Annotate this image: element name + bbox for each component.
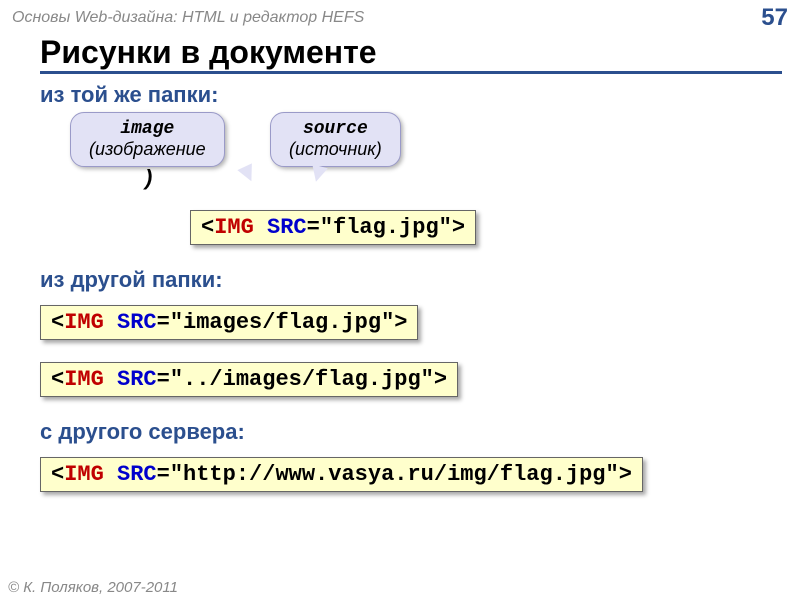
code-value-1: "flag.jpg" [320, 215, 452, 240]
section-same-folder: из той же папки: [40, 82, 800, 108]
course-title: Основы Web-дизайна: HTML и редактор HEFS [12, 9, 364, 27]
code-value-2: "images/flag.jpg" [170, 310, 394, 335]
slide-title: Рисунки в документе [40, 34, 782, 74]
slide-header: Основы Web-дизайна: HTML и редактор HEFS… [0, 0, 800, 34]
code-value-4: "http://www.vasya.ru/img/flag.jpg" [170, 462, 619, 487]
stray-paren: ) [145, 165, 152, 191]
callout-image: image (изображение [70, 112, 225, 167]
callout-source-trans: (источник) [289, 139, 382, 160]
code-other-folder-1: <IMG SRC="images/flag.jpg"> [40, 305, 418, 340]
callouts-row: image (изображение source (источник) [60, 112, 800, 202]
callout-source: source (источник) [270, 112, 401, 167]
code-other-server: <IMG SRC="http://www.vasya.ru/img/flag.j… [40, 457, 643, 492]
page-number: 57 [761, 4, 788, 32]
callout-image-trans: (изображение [89, 139, 206, 160]
attr-src: SRC [267, 215, 307, 240]
copyright-footer: © К. Поляков, 2007-2011 [8, 579, 178, 596]
callout-source-term: source [289, 119, 382, 139]
callout-source-tail [308, 164, 328, 184]
code-other-folder-2: <IMG SRC="../images/flag.jpg"> [40, 362, 458, 397]
callout-image-term: image [89, 119, 206, 139]
code-value-3: "../images/flag.jpg" [170, 367, 434, 392]
section-other-folder: из другой папки: [40, 267, 800, 293]
tag-img: IMG [214, 215, 254, 240]
callout-image-tail [237, 163, 258, 184]
code-same-folder: <IMG SRC="flag.jpg"> [190, 210, 476, 245]
section-other-server: с другого сервера: [40, 419, 800, 445]
